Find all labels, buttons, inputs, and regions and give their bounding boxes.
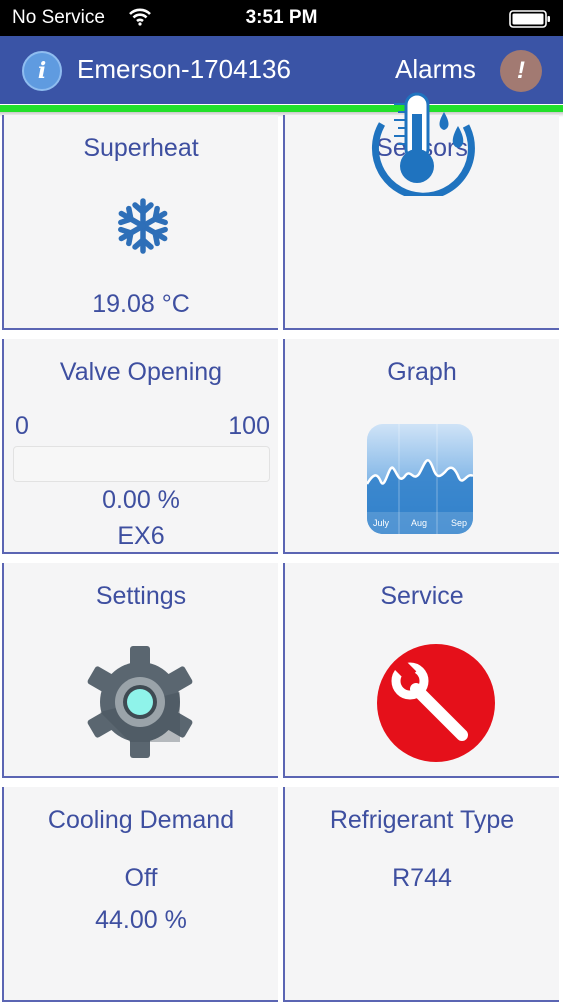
graph-icon: July Aug Sep (367, 424, 473, 534)
app-header: i Emerson-1704136 Alarms ! (0, 36, 563, 117)
graph-title: Graph (387, 358, 457, 386)
alarm-button[interactable]: ! (500, 50, 542, 92)
clock: 3:51 PM (245, 7, 318, 28)
superheat-title: Superheat (83, 134, 199, 162)
valve-opening-value: 0.00 % (102, 486, 180, 514)
wrench-icon (377, 644, 495, 762)
graph-axis-label-3: Sep (451, 518, 467, 528)
status-bar: No Service 3:51 PM (0, 0, 563, 36)
alarms-label[interactable]: Alarms (395, 54, 476, 85)
valve-opening-title: Valve Opening (59, 358, 223, 386)
gear-icon (87, 646, 193, 758)
valve-opening-tile[interactable]: Valve Opening 0 100 0.00 % EX6 (2, 339, 278, 554)
info-button[interactable]: i (22, 51, 62, 91)
battery-icon (509, 10, 551, 34)
cooling-demand-state: Off (124, 864, 158, 892)
superheat-value: 19.08 °C (92, 290, 190, 318)
graph-axis-label-1: July (373, 518, 390, 528)
refrigerant-type-value: R744 (392, 864, 452, 892)
refrigerant-type-tile[interactable]: Refrigerant Type R744 (283, 787, 559, 1002)
cooling-demand-tile[interactable]: Cooling Demand Off 44.00 % (2, 787, 278, 1002)
alert-icon: ! (517, 57, 525, 84)
graph-axis-label-2: Aug (411, 518, 427, 528)
thermometer-drops-icon (372, 92, 475, 196)
valve-name: EX6 (117, 522, 165, 550)
gauge-max-label: 100 (228, 412, 270, 440)
superheat-tile[interactable]: Superheat 19.08 °C (2, 115, 278, 330)
refrigerant-type-title: Refrigerant Type (329, 806, 515, 834)
info-icon: i (37, 58, 47, 84)
settings-title: Settings (95, 582, 187, 610)
cooling-demand-value: 44.00 % (95, 906, 187, 934)
snowflake-icon (114, 198, 172, 255)
cooling-demand-title: Cooling Demand (47, 806, 235, 834)
device-name: Emerson-1704136 (77, 54, 291, 84)
valve-opening-bar (13, 446, 270, 482)
header-accent-line (0, 105, 563, 112)
service-title: Service (380, 582, 464, 610)
gauge-min-label: 0 (15, 412, 29, 440)
